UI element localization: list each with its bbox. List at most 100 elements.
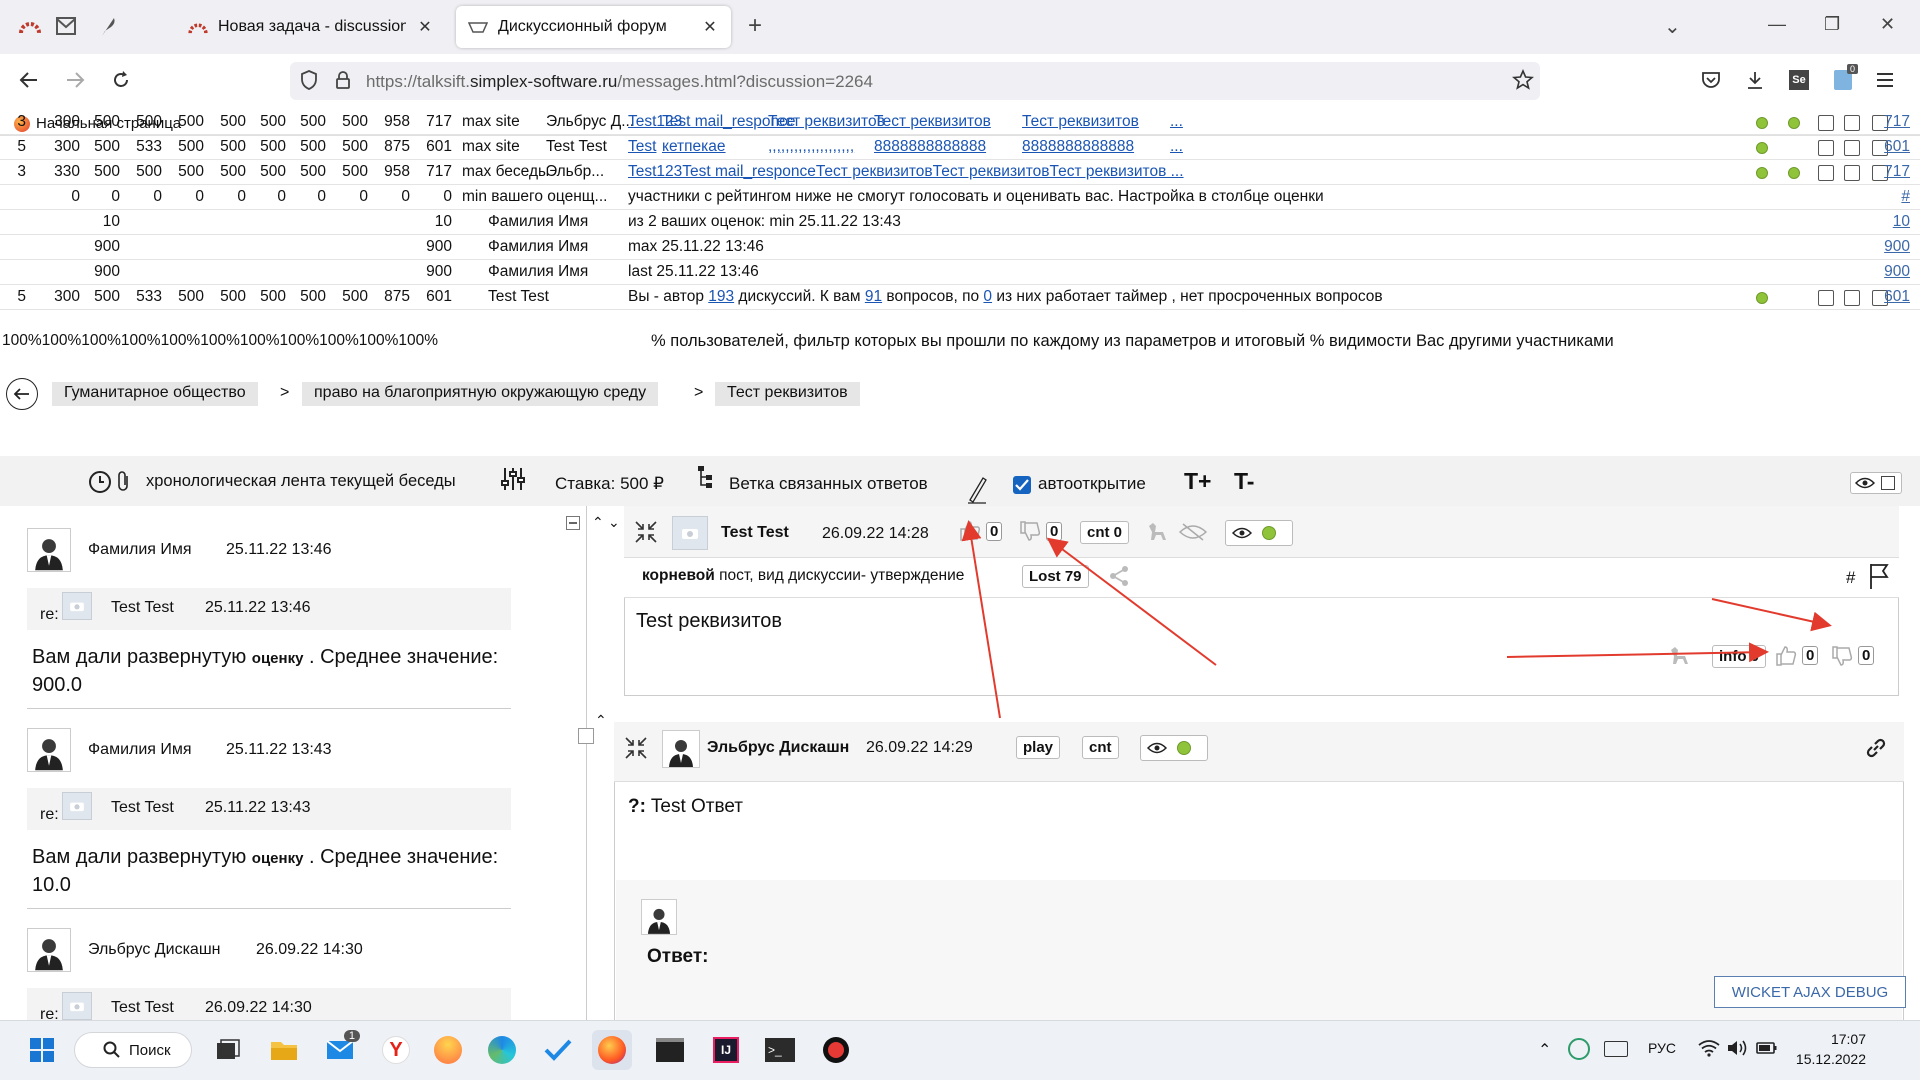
list-tabs-button[interactable]: ⌄: [1664, 14, 1681, 39]
discussion-link[interactable]: ...: [1170, 138, 1183, 156]
row-checkbox[interactable]: [1818, 115, 1834, 131]
link-chain-icon[interactable]: [1864, 736, 1888, 760]
count-link[interactable]: 91: [865, 288, 882, 305]
discussion-link[interactable]: кетпекае: [662, 138, 726, 156]
pinned-tab-feather-icon[interactable]: [94, 12, 122, 40]
volume-icon[interactable]: [1726, 1039, 1748, 1057]
hidden-eye-icon[interactable]: [1178, 522, 1208, 542]
recorder-icon[interactable]: [816, 1030, 856, 1070]
feed-re-author[interactable]: Test Test: [111, 599, 174, 617]
clock-date[interactable]: 15.12.2022: [1780, 1051, 1866, 1067]
dog-icon[interactable]: [1146, 520, 1170, 544]
downloads-icon[interactable]: [1740, 65, 1770, 95]
value-link[interactable]: 900: [1884, 263, 1910, 281]
watch-toggle[interactable]: [1140, 735, 1208, 761]
discussion-link[interactable]: ...: [1170, 113, 1183, 131]
file-explorer-icon[interactable]: [264, 1030, 304, 1070]
discussion-link[interactable]: ,,,,,,,,,,,,,,,,,,,,: [768, 138, 854, 156]
extension-badge-icon[interactable]: 0: [1828, 64, 1858, 95]
watch-toggle[interactable]: [1225, 520, 1293, 546]
discussion-link[interactable]: Test123Test mail_responceТест реквизитов…: [628, 163, 1184, 181]
chrono-feed-icon[interactable]: [88, 470, 132, 494]
count-link[interactable]: 193: [708, 288, 734, 305]
stats-user-name[interactable]: Test Test: [488, 288, 549, 306]
tab-forum[interactable]: Дискуссионный форум ✕: [456, 6, 731, 48]
back-circle-icon[interactable]: [6, 378, 38, 410]
feed-re-author[interactable]: Test Test: [111, 999, 174, 1017]
lock-icon[interactable]: [328, 65, 358, 95]
tab-close-icon[interactable]: ✕: [701, 17, 719, 37]
mail-icon[interactable]: 1: [320, 1030, 360, 1070]
tab-close-icon[interactable]: ✕: [416, 17, 434, 37]
terminal-icon[interactable]: [650, 1030, 690, 1070]
thumbs-up-icon[interactable]: [1774, 644, 1798, 668]
share-icon[interactable]: [1108, 565, 1130, 587]
forward-arrow-icon[interactable]: [60, 65, 90, 95]
task-view-icon[interactable]: [208, 1030, 248, 1070]
pinned-tab-redmine-icon[interactable]: [16, 12, 44, 40]
info-button[interactable]: info 0: [1712, 645, 1766, 668]
tray-app-icon[interactable]: [1568, 1038, 1590, 1060]
row-checkbox[interactable]: [1818, 140, 1834, 156]
feed-author[interactable]: Фамилия Имя: [88, 541, 192, 559]
new-tab-button[interactable]: +: [748, 12, 762, 40]
clock-time[interactable]: 17:07: [1798, 1031, 1866, 1047]
ajax-debug-button[interactable]: WICKET AJAX DEBUG: [1714, 976, 1906, 1008]
discussion-link[interactable]: Тест реквизитов: [874, 113, 991, 131]
row-checkbox[interactable]: [1818, 165, 1834, 181]
sliders-icon[interactable]: [500, 466, 526, 492]
wifi-icon[interactable]: [1698, 1039, 1720, 1057]
thumbs-up-icon[interactable]: [958, 519, 982, 543]
cnt-button[interactable]: cnt: [1082, 736, 1119, 759]
rating-link[interactable]: оценку: [252, 650, 304, 667]
intellij-icon[interactable]: IJ: [706, 1030, 746, 1070]
stats-user-name[interactable]: Фамилия Имя: [488, 213, 588, 231]
pinned-tab-gmail-icon[interactable]: [52, 12, 80, 40]
stats-user-name[interactable]: Фамилия Имя: [488, 238, 588, 256]
scroll-up-icon[interactable]: ⌃: [595, 712, 607, 729]
branch-tree-icon[interactable]: [696, 465, 716, 489]
row-checkbox[interactable]: [1844, 115, 1860, 131]
dog-icon[interactable]: [1668, 644, 1692, 668]
avatar[interactable]: [27, 928, 71, 972]
row-checkbox[interactable]: [1844, 290, 1860, 306]
thumbs-down-icon[interactable]: [1830, 644, 1854, 668]
discussion-link[interactable]: 8888888888888: [874, 138, 986, 156]
breadcrumb-item[interactable]: Тест реквизитов: [715, 382, 860, 406]
reload-icon[interactable]: [106, 65, 136, 95]
discussion-link[interactable]: 8888888888888: [1022, 138, 1134, 156]
post-hash-link[interactable]: #: [1846, 568, 1855, 588]
stats-user-name[interactable]: Эльбр...: [546, 163, 604, 181]
lost-button[interactable]: Lost 79: [1022, 565, 1089, 588]
text-smaller-button[interactable]: T-: [1234, 468, 1254, 495]
close-window-button[interactable]: ✕: [1880, 14, 1895, 35]
stats-user-name[interactable]: Эльбрус Д...: [546, 113, 634, 131]
scroll-down-icon[interactable]: ⌄: [608, 514, 620, 531]
avatar[interactable]: [662, 730, 700, 768]
collapse-box-icon[interactable]: [566, 516, 580, 530]
value-link[interactable]: 601: [1884, 288, 1910, 306]
row-checkbox[interactable]: [1844, 165, 1860, 181]
visibility-checkbox[interactable]: [1881, 476, 1895, 490]
breadcrumb-item[interactable]: право на благоприятную окружающую среду: [302, 382, 659, 406]
row-checkbox[interactable]: [1818, 290, 1834, 306]
value-link[interactable]: 717: [1884, 163, 1910, 181]
shield-icon[interactable]: [294, 65, 324, 95]
row-checkbox[interactable]: [1844, 140, 1860, 156]
collapse-arrows-icon[interactable]: [624, 736, 648, 760]
collapse-arrows-icon[interactable]: [634, 520, 658, 544]
language-indicator[interactable]: РУС: [1648, 1040, 1676, 1056]
value-link[interactable]: 900: [1884, 238, 1910, 256]
branch-label[interactable]: Ветка связанных ответов: [729, 474, 928, 494]
cnt-button[interactable]: cnt 0: [1080, 521, 1130, 544]
avatar[interactable]: [641, 899, 677, 935]
post-author[interactable]: Эльбрус Дискашн: [707, 739, 849, 757]
play-button[interactable]: play: [1016, 736, 1061, 759]
feed-re-author[interactable]: Test Test: [111, 799, 174, 817]
text-bigger-button[interactable]: T+: [1184, 468, 1211, 495]
breadcrumb-item[interactable]: Гуманитарное общество: [52, 382, 258, 406]
flag-icon[interactable]: [1868, 562, 1890, 590]
chrono-feed-label[interactable]: хронологическая лента текущей беседы: [146, 472, 456, 491]
stats-user-name[interactable]: Фамилия Имя: [488, 263, 588, 281]
avatar[interactable]: [27, 528, 71, 572]
